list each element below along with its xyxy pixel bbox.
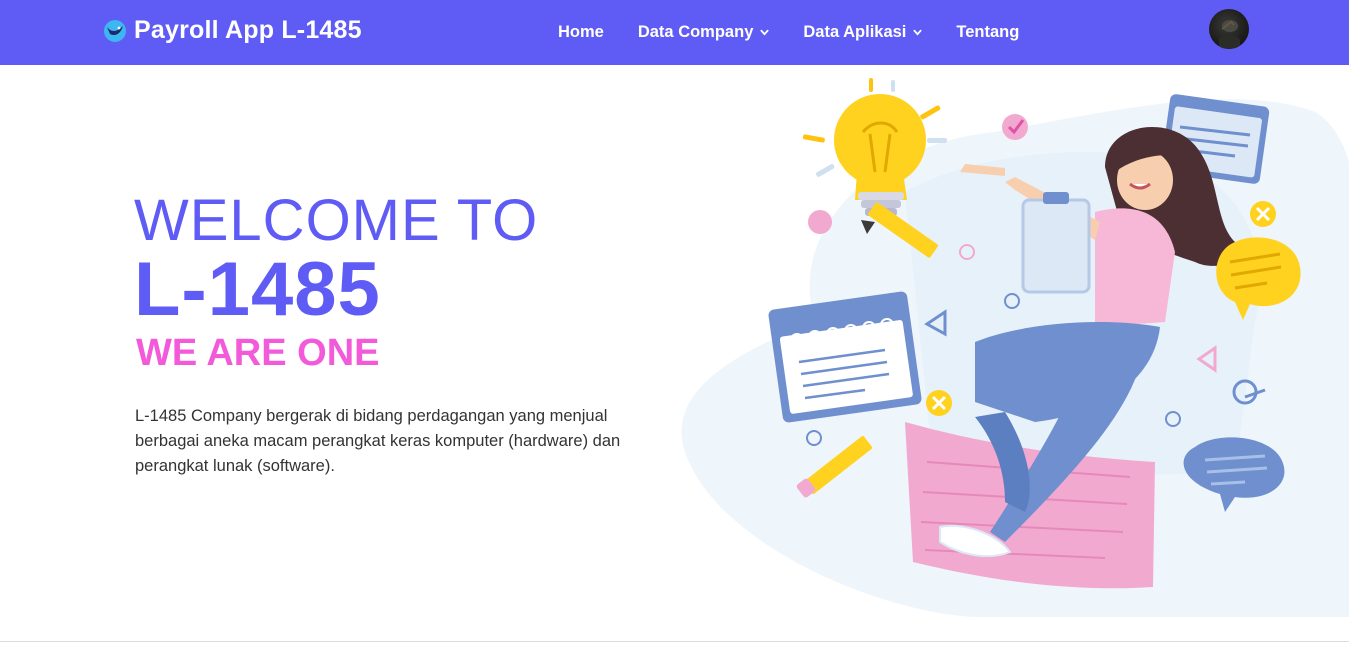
hero-welcome-heading: WELCOME TO: [134, 188, 539, 253]
main-nav: Home Data Company Data Aplikasi Tentang: [558, 0, 1053, 65]
avatar-image: [1219, 20, 1240, 49]
section-divider: [0, 641, 1349, 642]
nav-data-company[interactable]: Data Company: [638, 23, 770, 42]
top-navbar: Payroll App L-1485 Home Data Company Dat…: [0, 0, 1349, 65]
nav-tentang[interactable]: Tentang: [956, 23, 1019, 42]
hero-title: L-1485: [134, 247, 381, 332]
nav-data-aplikasi[interactable]: Data Aplikasi: [803, 23, 922, 42]
hero-tagline: WE ARE ONE: [136, 332, 380, 374]
bird-logo-icon: [104, 19, 126, 42]
nav-data-aplikasi-label: Data Aplikasi: [803, 23, 907, 41]
nav-home[interactable]: Home: [558, 23, 604, 42]
chevron-down-icon: [913, 29, 922, 36]
chevron-down-icon: [760, 29, 769, 36]
brand-title: Payroll App L-1485: [134, 16, 362, 44]
nav-data-company-label: Data Company: [637, 23, 754, 41]
user-avatar[interactable]: [1209, 9, 1249, 49]
brand[interactable]: Payroll App L-1485: [102, 16, 362, 45]
hero-description: L-1485 Company bergerak di bidang perdag…: [135, 407, 621, 475]
nav-home-label: Home: [558, 23, 604, 41]
nav-tentang-label: Tentang: [956, 23, 1020, 41]
checklist-window-icon: [768, 291, 922, 423]
hero-illustration: [681, 78, 1349, 617]
